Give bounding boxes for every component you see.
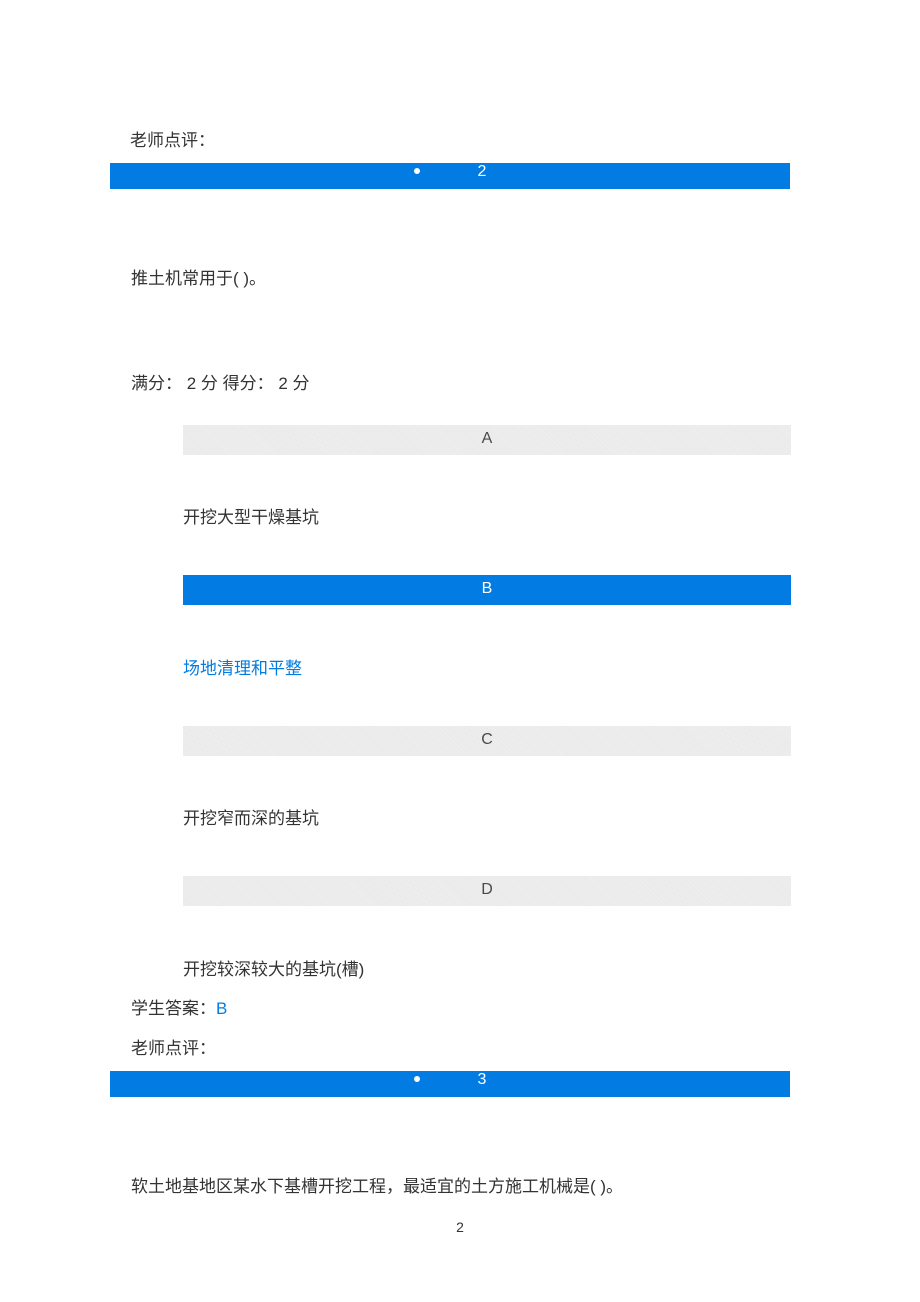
option-d-text: 开挖较深较大的基坑(槽) bbox=[183, 955, 364, 980]
option-c-text: 开挖窄而深的基坑 bbox=[183, 804, 319, 829]
question-number-bar-2: 2 bbox=[110, 163, 790, 189]
question-number-bar-3: 3 bbox=[110, 1071, 790, 1097]
teacher-comment-label: 老师点评： bbox=[130, 126, 215, 151]
question-number: 3 bbox=[478, 1071, 487, 1088]
student-answer-label: 学生答案： bbox=[131, 999, 216, 1018]
teacher-comment-label-2: 老师点评： bbox=[131, 1034, 216, 1059]
student-answer-line: 学生答案：B bbox=[131, 994, 227, 1019]
option-a-text: 开挖大型干燥基坑 bbox=[183, 503, 319, 528]
student-answer-value: B bbox=[216, 999, 227, 1018]
question-3-text: 软土地基地区某水下基槽开挖工程，最适宜的土方施工机械是( )。 bbox=[131, 1172, 623, 1197]
option-b-text: 场地清理和平整 bbox=[183, 654, 302, 679]
question-number: 2 bbox=[478, 163, 487, 180]
question-2-score: 满分： 2 分 得分： 2 分 bbox=[131, 369, 310, 394]
option-b-header: B bbox=[183, 575, 791, 605]
option-a-header: A bbox=[183, 425, 791, 455]
bullet-icon bbox=[414, 1076, 420, 1082]
page-number: 2 bbox=[456, 1219, 464, 1235]
bullet-icon bbox=[414, 168, 420, 174]
option-c-header: C bbox=[183, 726, 791, 756]
option-d-header: D bbox=[183, 876, 791, 906]
question-2-text: 推土机常用于( )。 bbox=[131, 264, 266, 289]
